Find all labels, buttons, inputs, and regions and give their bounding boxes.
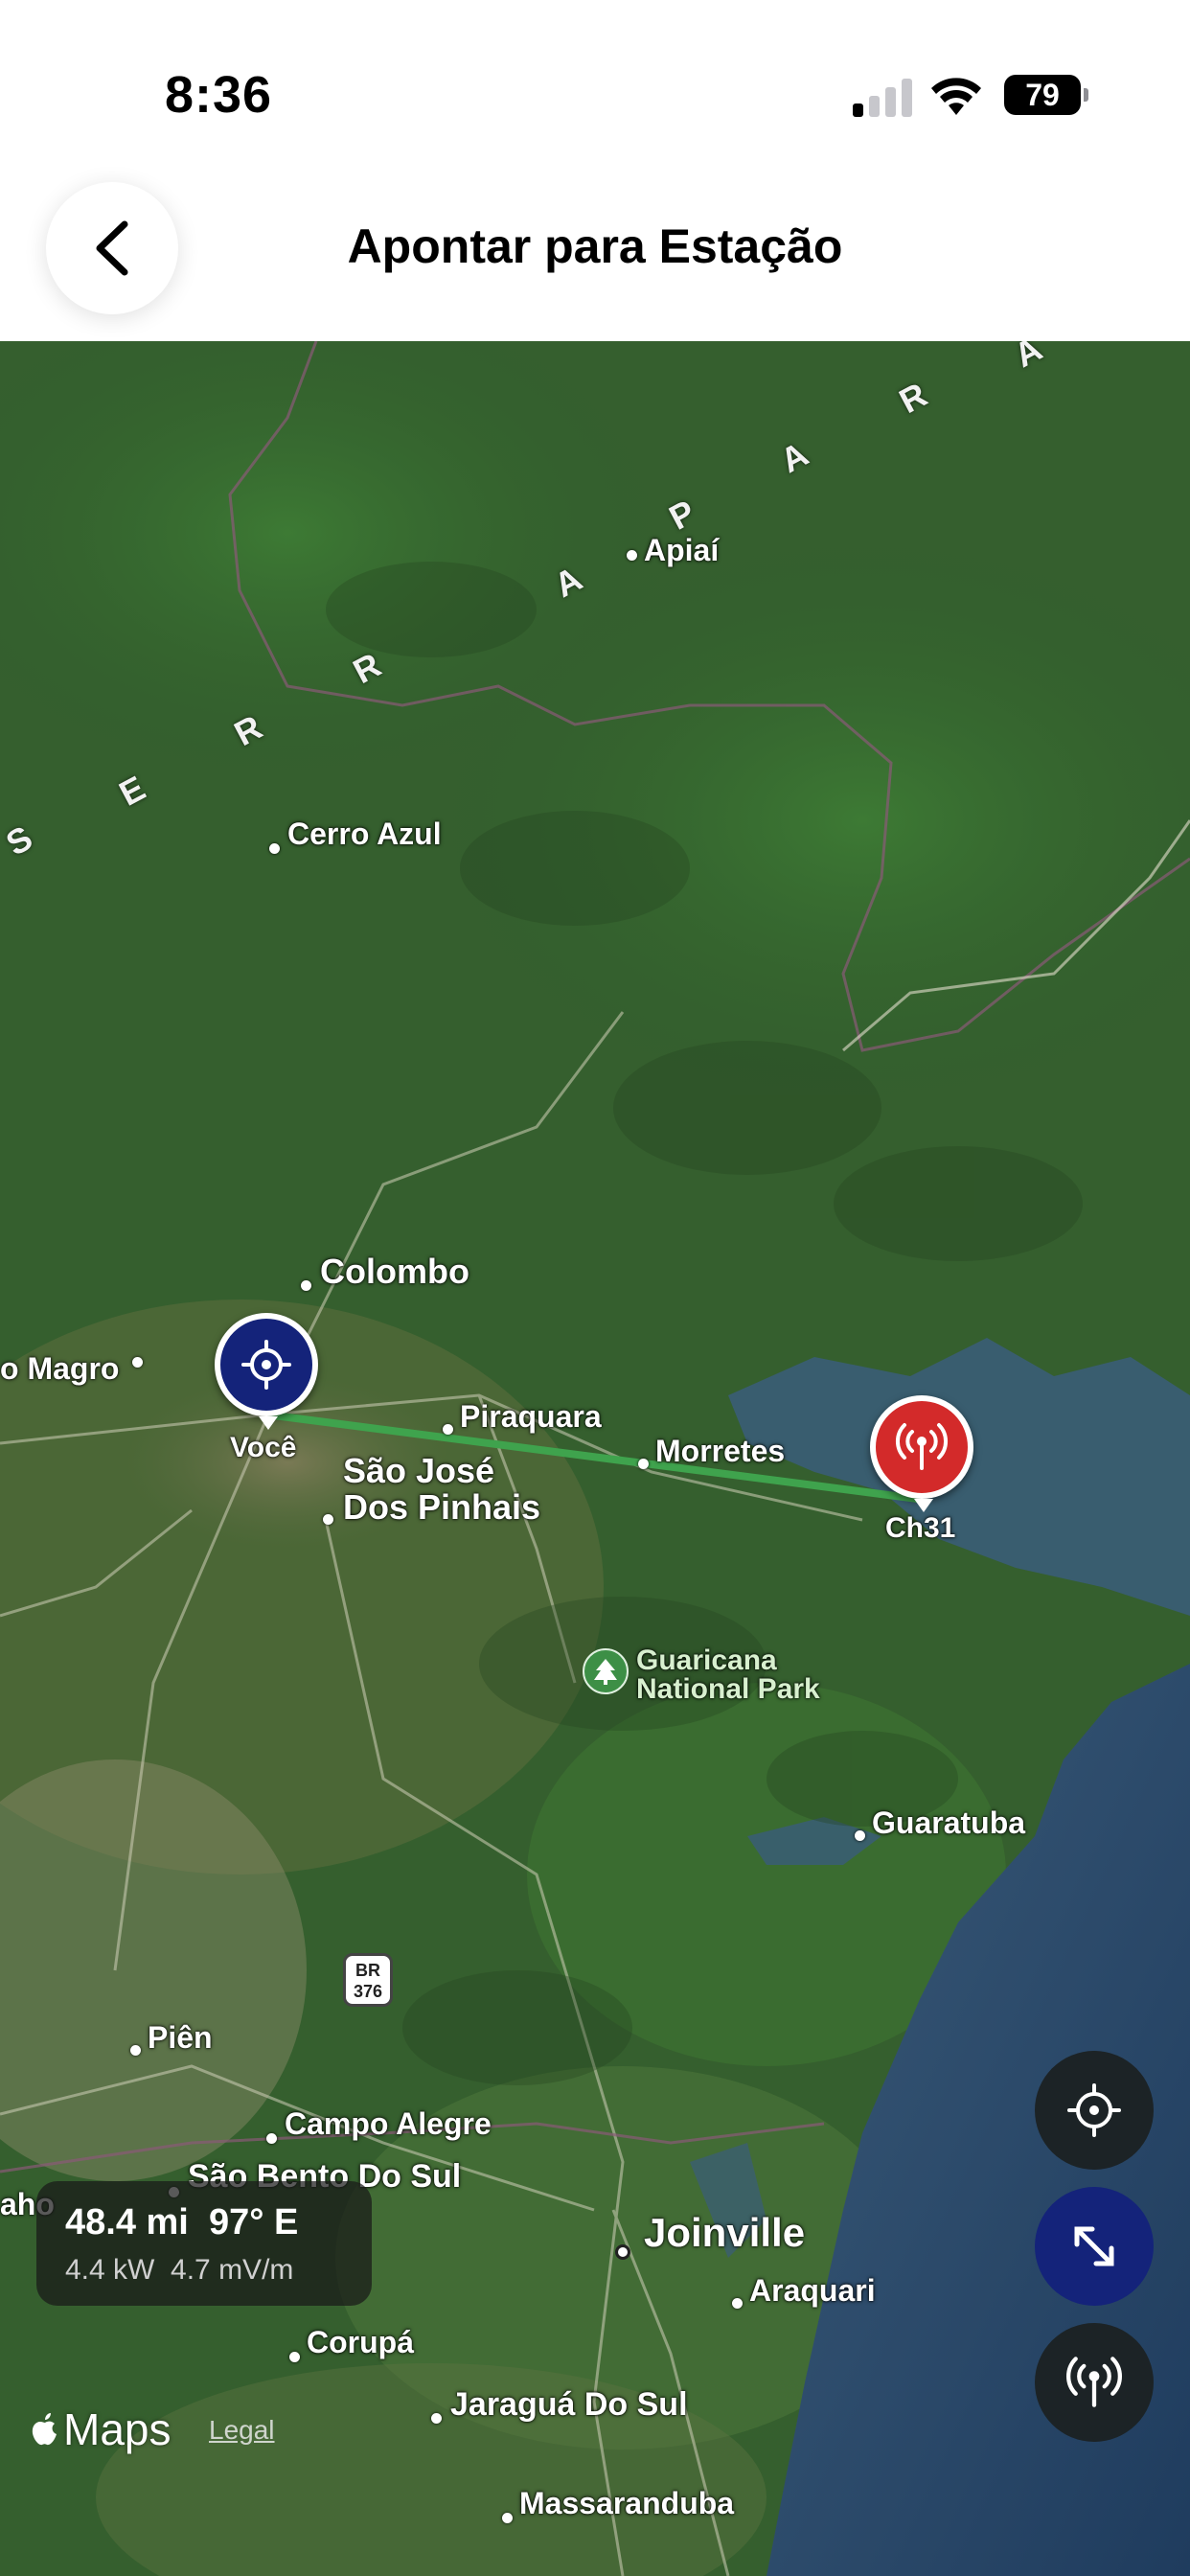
place-dot	[266, 2133, 277, 2144]
place-dot	[627, 550, 637, 561]
place-joinville[interactable]: Joinville	[644, 2210, 805, 2256]
tree-icon	[583, 1648, 629, 1694]
place-dot	[431, 2413, 442, 2424]
place-voce[interactable]: Você	[230, 1432, 296, 1464]
wifi-icon	[931, 78, 981, 115]
place-massaranduba[interactable]: Massaranduba	[519, 2486, 734, 2521]
place-guaricana-park-line2: National Park	[636, 1673, 820, 1705]
antenna-icon	[895, 1423, 949, 1470]
place-colombo[interactable]: Colombo	[320, 1252, 469, 1292]
station-button[interactable]	[1035, 2323, 1154, 2442]
maps-attribution: Maps	[29, 2404, 171, 2455]
place-pien[interactable]: Piên	[148, 2020, 213, 2056]
place-dot	[855, 1830, 865, 1841]
place-araquari[interactable]: Araquari	[749, 2273, 876, 2309]
place-guaricana-park[interactable]: Guaricana	[636, 1644, 777, 1677]
locate-me-button[interactable]	[1035, 2051, 1154, 2170]
status-time: 8:36	[165, 66, 273, 124]
place-campo-alegre[interactable]: Campo Alegre	[285, 2106, 492, 2142]
nav-header: Apontar para Estação	[0, 163, 1190, 341]
place-dot	[615, 2244, 630, 2260]
place-dot	[732, 2298, 743, 2309]
bearing-value: 97° E	[209, 2202, 299, 2242]
place-dot	[301, 1280, 311, 1291]
fit-route-button[interactable]	[1035, 2187, 1154, 2306]
place-cerro-azul[interactable]: Cerro Azul	[287, 816, 442, 852]
expand-arrows-icon	[1074, 2226, 1114, 2266]
power-value: 4.4 kW	[65, 2254, 155, 2286]
distance-info-panel: 48.4 mi 97° E 4.4 kW 4.7 mV/m	[36, 2181, 372, 2306]
station-pin[interactable]	[870, 1395, 973, 1512]
place-dot	[269, 843, 280, 854]
road-shield-top: BR	[355, 1961, 380, 1980]
place-apiai[interactable]: Apiaí	[644, 533, 719, 568]
maps-label: Maps	[63, 2404, 172, 2454]
page-title: Apontar para Estação	[347, 219, 843, 273]
place-dos-pinhais[interactable]: Dos Pinhais	[343, 1487, 540, 1528]
info-line-2: 4.4 kW 4.7 mV/m	[65, 2254, 293, 2287]
road-shield-br376: BR 376	[343, 1953, 393, 2007]
place-dot	[130, 2045, 141, 2056]
status-bar: 8:36 79	[0, 0, 1190, 182]
place-dot	[323, 1514, 333, 1525]
place-ch31[interactable]: Ch31	[885, 1512, 955, 1545]
place-campo-magro[interactable]: o Magro	[0, 1351, 119, 1387]
place-piraquara[interactable]: Piraquara	[460, 1399, 602, 1435]
cellular-signal-icon	[853, 77, 912, 117]
field-strength-value: 4.7 mV/m	[171, 2254, 294, 2286]
place-dot	[289, 2352, 300, 2362]
road-shield-number: 376	[353, 1982, 383, 2001]
place-morretes[interactable]: Morretes	[655, 1434, 785, 1469]
distance-value: 48.4 mi	[65, 2202, 189, 2242]
crosshair-icon	[241, 1340, 291, 1390]
place-dot	[502, 2513, 513, 2523]
place-guaratuba[interactable]: Guaratuba	[872, 1806, 1025, 1841]
battery-icon: 79	[1004, 75, 1088, 115]
place-dot	[638, 1459, 649, 1469]
battery-level: 79	[1025, 77, 1060, 112]
place-jaragua[interactable]: Jaraguá Do Sul	[450, 2386, 688, 2424]
place-dot	[443, 1424, 453, 1435]
antenna-icon	[1066, 2357, 1122, 2407]
info-line-1: 48.4 mi 97° E	[65, 2202, 298, 2243]
crosshair-icon	[1067, 2083, 1121, 2137]
place-sao-jose[interactable]: São José	[343, 1451, 494, 1491]
place-corupa[interactable]: Corupá	[307, 2325, 414, 2360]
legal-link[interactable]: Legal	[209, 2415, 275, 2446]
you-location-pin[interactable]	[215, 1313, 318, 1430]
apple-logo-icon	[32, 2413, 57, 2446]
place-dot	[132, 1357, 143, 1368]
